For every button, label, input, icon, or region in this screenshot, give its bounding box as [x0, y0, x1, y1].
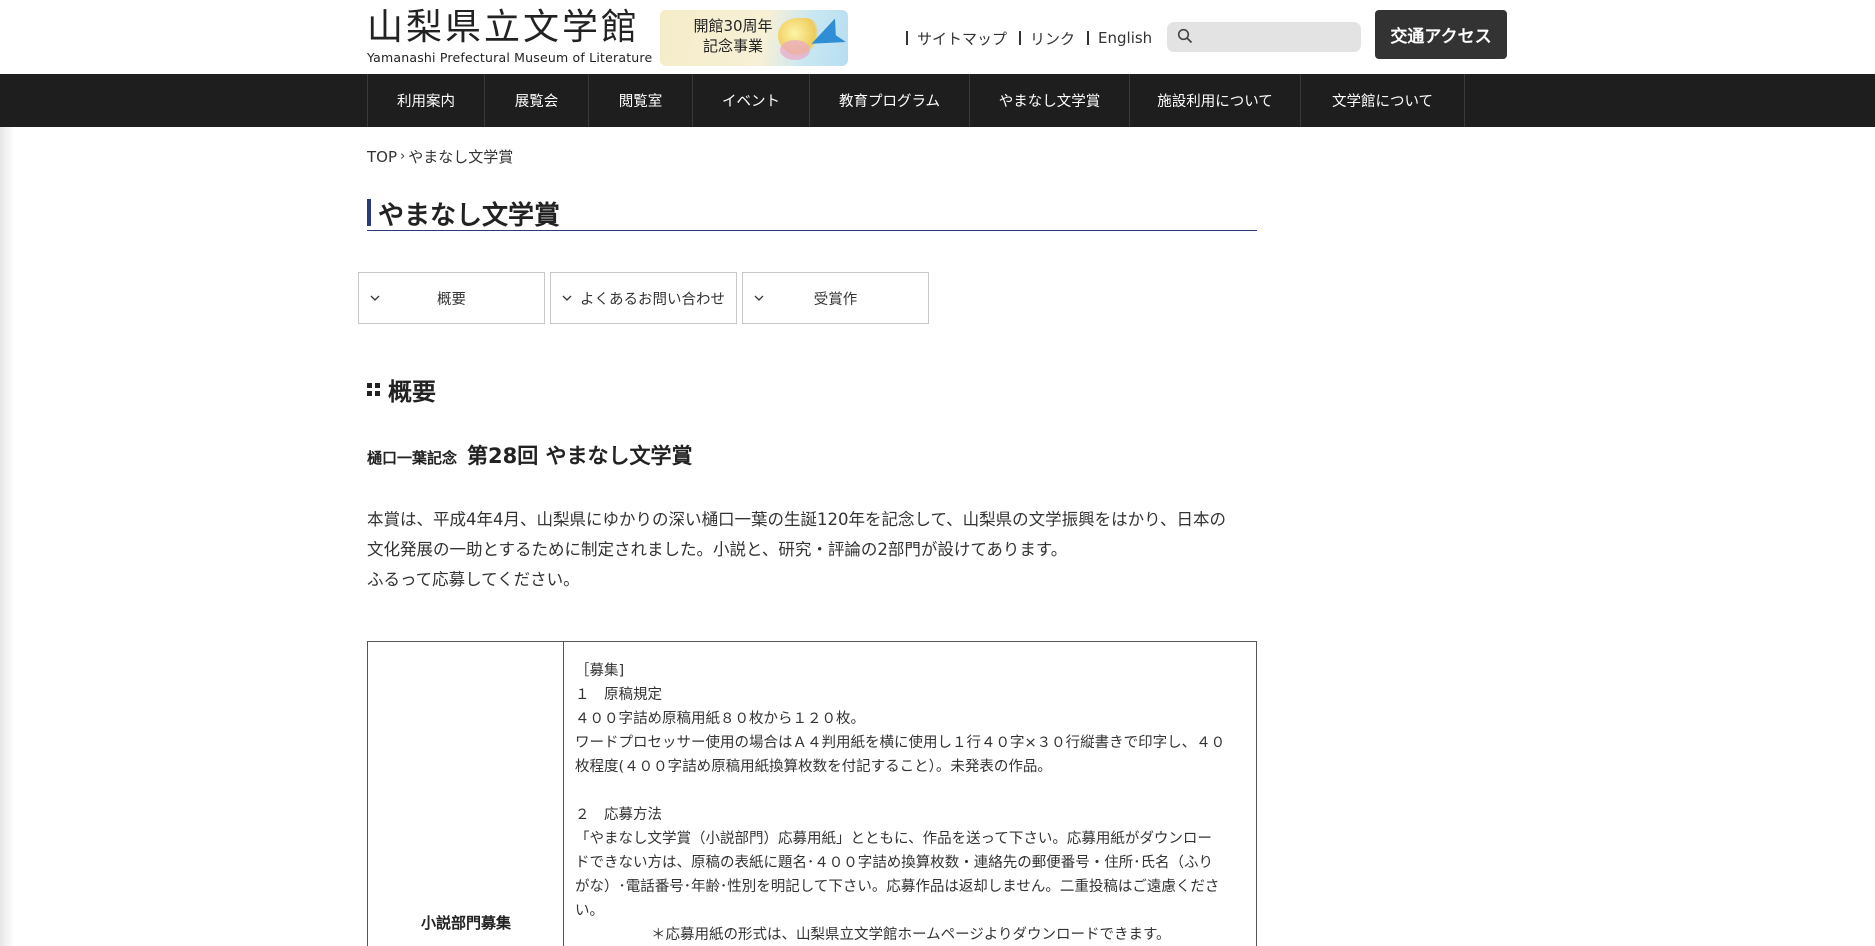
- table-note: ＊応募用紙の形式は、山梨県立文学館ホームページよりダウンロードできます。: [651, 927, 1171, 943]
- breadcrumb: TOP › やまなし文学賞: [367, 146, 513, 167]
- nav-item-education[interactable]: 教育プログラム: [810, 74, 970, 127]
- anniversary-banner[interactable]: 開館30周年 記念事業: [660, 10, 848, 66]
- chevron-down-icon: [562, 295, 572, 301]
- anniversary-line2: 記念事業: [702, 37, 763, 55]
- sitemap-link[interactable]: サイトマップ: [917, 28, 1007, 49]
- nav-list: 利用案内 展覧会 閲覧室 イベント 教育プログラム やまなし文学賞 施設利用につ…: [367, 74, 1465, 127]
- tab-overview[interactable]: 概要: [358, 272, 545, 324]
- nav-item-facilities[interactable]: 施設利用について: [1130, 74, 1301, 127]
- chevron-down-icon: [370, 295, 380, 301]
- nav-item-exhibitions[interactable]: 展覧会: [485, 74, 589, 127]
- logo-subtitle: Yamanashi Prefectural Museum of Literatu…: [367, 50, 653, 65]
- access-button[interactable]: 交通アクセス: [1375, 10, 1507, 59]
- logo-title: 山梨県立文学館: [367, 7, 641, 48]
- search-input[interactable]: [1167, 22, 1361, 52]
- table-line: ２ 応募方法: [575, 807, 662, 823]
- tab-label: 受賞作: [813, 291, 858, 308]
- page-edge-shadow: [0, 0, 14, 946]
- nav-item-guide[interactable]: 利用案内: [368, 74, 485, 127]
- intro-line: 文化発展の一助とするために制定されました。小説と、研究・評論の2部門が設けてあり…: [367, 540, 1068, 559]
- tab-winners[interactable]: 受賞作: [742, 272, 929, 324]
- anchor-tabs: 概要 よくあるお問い合わせ 受賞作: [358, 272, 929, 324]
- search-icon[interactable]: [1177, 28, 1193, 44]
- site-logo[interactable]: 山梨県立文学館 Yamanashi Prefectural Museum of …: [367, 8, 657, 68]
- breadcrumb-separator: ›: [400, 149, 406, 164]
- link-separator: [1087, 31, 1090, 45]
- anniversary-text: 開館30周年 記念事業: [688, 16, 778, 56]
- table-header-cell: 小説部門募集: [368, 642, 564, 946]
- site-header: 山梨県立文学館 Yamanashi Prefectural Museum of …: [0, 0, 1875, 74]
- nav-item-reading-room[interactable]: 閲覧室: [589, 74, 693, 127]
- table-body-cell: ［募集] １ 原稿規定 ４００字詰め原稿用紙８０枚から１２０枚。 ワードプロセッ…: [564, 642, 1256, 946]
- anniversary-line1: 開館30周年: [693, 17, 773, 35]
- table-line: １ 原稿規定: [575, 687, 662, 703]
- chevron-down-icon: [754, 295, 764, 301]
- table-line: がな）･電話番号･年齢･性別を明記して下さい。応募作品は返却しません。二重投稿は…: [575, 879, 1220, 895]
- link-separator: [906, 31, 908, 45]
- award-title: 樋口一葉記念 第28回 やまなし文学賞: [367, 440, 693, 470]
- table-blank-line: [575, 779, 1246, 803]
- intro-line: ふるって応募してください。: [367, 570, 580, 589]
- intro-line: 本賞は、平成4年4月、山梨県にゆかりの深い樋口一葉の生誕120年を記念して、山梨…: [367, 510, 1227, 529]
- link-separator: [1019, 31, 1022, 45]
- page-title: やまなし文学賞: [367, 193, 1257, 231]
- breadcrumb-home[interactable]: TOP: [367, 148, 397, 166]
- utility-links: サイトマップ リンク English: [906, 28, 1164, 48]
- award-prefix: 樋口一葉記念: [367, 449, 458, 467]
- recruitment-table: 小説部門募集 ［募集] １ 原稿規定 ４００字詰め原稿用紙８０枚から１２０枚。 …: [367, 641, 1257, 946]
- table-line: ワードプロセッサー使用の場合はＡ４判用紙を横に使用し１行４０字×３０行縦書きで印…: [575, 735, 1226, 751]
- tab-label: 概要: [437, 291, 466, 308]
- links-link[interactable]: リンク: [1030, 28, 1075, 49]
- tab-label: よくあるお問い合わせ: [580, 291, 725, 308]
- section-heading-text: 概要: [388, 378, 436, 406]
- page-title-text: やまなし文学賞: [378, 201, 561, 231]
- main-nav: 利用案内 展覧会 閲覧室 イベント 教育プログラム やまなし文学賞 施設利用につ…: [0, 74, 1875, 127]
- table-line: ４００字詰め原稿用紙８０枚から１２０枚。: [575, 711, 865, 727]
- table-line: ドできない方は、原稿の表紙に題名･４００字詰め換算枚数・連絡先の郵便番号・住所･…: [575, 855, 1213, 871]
- table-line: 「やまなし文学賞（小説部門）応募用紙」とともに、作品を送って下さい。応募用紙がダ…: [575, 831, 1212, 847]
- four-squares-icon: [367, 383, 380, 396]
- nav-item-literary-prize[interactable]: やまなし文学賞: [970, 74, 1130, 127]
- nav-item-about[interactable]: 文学館について: [1301, 74, 1465, 127]
- title-accent-bar: [367, 199, 371, 226]
- nav-item-events[interactable]: イベント: [693, 74, 810, 127]
- table-line: い。: [575, 903, 604, 919]
- anniversary-decoration: [780, 40, 810, 60]
- intro-paragraph: 本賞は、平成4年4月、山梨県にゆかりの深い樋口一葉の生誕120年を記念して、山梨…: [367, 505, 1262, 595]
- table-header-label: 小説部門募集: [420, 914, 511, 932]
- section-heading: 概要: [367, 372, 436, 407]
- table-line: ［募集]: [575, 663, 625, 679]
- english-link[interactable]: English: [1098, 29, 1152, 47]
- breadcrumb-current: やまなし文学賞: [408, 148, 514, 166]
- tab-faq[interactable]: よくあるお問い合わせ: [550, 272, 737, 324]
- table-line: 枚程度(４００字詰め原稿用紙換算枚数を付記すること）。未発表の作品。: [575, 759, 1052, 775]
- award-name: 第28回 やまなし文学賞: [467, 444, 693, 468]
